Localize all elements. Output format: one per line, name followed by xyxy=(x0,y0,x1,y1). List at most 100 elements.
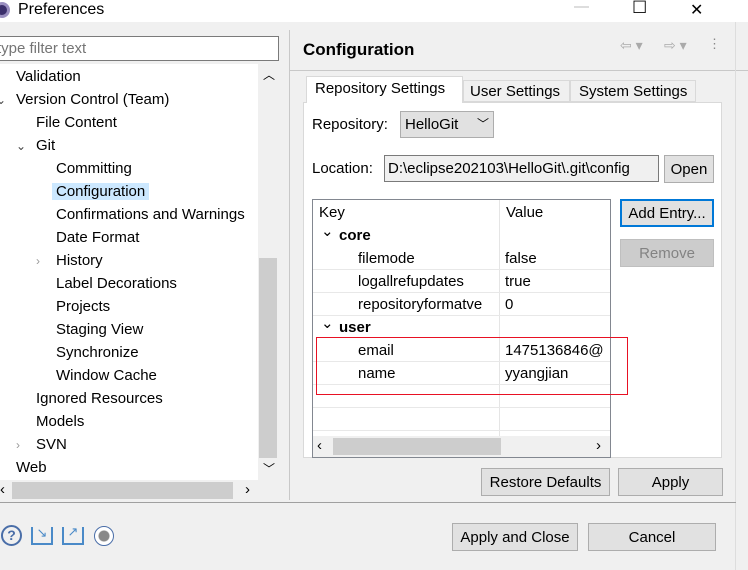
collapsed-chevron-icon[interactable]: › xyxy=(36,250,40,272)
help-icon[interactable]: ? xyxy=(1,525,22,546)
scroll-thumb[interactable] xyxy=(12,482,233,499)
tree-item-label: Label Decorations xyxy=(56,275,177,292)
restore-defaults-button[interactable]: Restore Defaults xyxy=(481,468,610,496)
location-label: Location: xyxy=(312,160,373,177)
minimize-button[interactable]: — xyxy=(574,0,589,15)
row-key: core xyxy=(339,227,371,244)
table-section-row[interactable]: ⌄ core xyxy=(313,223,610,247)
record-icon[interactable] xyxy=(94,526,114,546)
row-key: user xyxy=(339,319,371,336)
page-title: Configuration xyxy=(303,40,415,59)
tree-item[interactable]: › History xyxy=(36,250,107,272)
row-key: filemode xyxy=(358,250,415,267)
repository-select[interactable]: HelloGit ﹀ xyxy=(400,111,494,138)
app-icon xyxy=(0,2,10,18)
tree-item-label: Window Cache xyxy=(56,367,157,384)
scroll-left-icon[interactable]: ‹ xyxy=(0,481,5,498)
tree-item[interactable]: Validation xyxy=(12,66,85,88)
tree-item[interactable]: Projects xyxy=(52,296,114,318)
scroll-thumb[interactable] xyxy=(333,438,501,455)
tree-item[interactable]: Configuration xyxy=(52,181,150,203)
tree-item[interactable]: › SVN xyxy=(16,434,71,456)
repository-label: Repository: xyxy=(312,116,388,133)
menu-icon[interactable]: ⋮ xyxy=(708,36,721,52)
remove-button[interactable]: Remove xyxy=(620,239,714,267)
tree-hscrollbar[interactable]: ‹ › xyxy=(0,481,278,500)
tree-item[interactable]: Label Decorations xyxy=(52,273,181,295)
nav-forward-icon[interactable]: ⇨ ▾ xyxy=(664,37,687,54)
tree-item-label: Git xyxy=(36,137,56,154)
scroll-left-icon[interactable]: ‹ xyxy=(317,437,322,454)
cancel-button[interactable]: Cancel xyxy=(588,523,716,551)
location-value: D:\eclipse202103\HelloGit\.git\config xyxy=(388,160,630,177)
tree-item-label: Models xyxy=(36,413,85,430)
tree-item[interactable]: Date Format xyxy=(52,227,143,249)
expanded-chevron-icon[interactable]: ⌄ xyxy=(0,89,6,111)
tree-item-label: Committing xyxy=(56,160,132,177)
tree-item[interactable]: Window Cache xyxy=(52,365,161,387)
maximize-button[interactable]: ☐ xyxy=(632,0,647,18)
config-table: Key Value ⌄ core filemode false logallrefupd… xyxy=(312,199,611,458)
scroll-right-icon[interactable]: › xyxy=(596,437,601,454)
export-icon[interactable]: ↗ xyxy=(62,525,84,545)
row-value: 0 xyxy=(505,296,514,313)
header-key[interactable]: Key xyxy=(319,204,345,221)
row-key: repositoryformatve xyxy=(358,296,483,313)
tree-item[interactable]: Models xyxy=(32,411,88,433)
apply-button[interactable]: Apply xyxy=(618,468,723,496)
table-hscrollbar[interactable]: ‹ › xyxy=(313,436,610,457)
chevron-down-icon: ﹀ xyxy=(477,117,490,131)
tree-item-label: Validation xyxy=(16,68,81,85)
scroll-up-icon[interactable]: ︿ xyxy=(263,66,275,83)
tree-item-label: Projects xyxy=(56,298,111,315)
close-button[interactable]: ✕ xyxy=(690,0,703,20)
nav-back-icon[interactable]: ⇦ ▾ xyxy=(620,37,643,54)
import-icon[interactable]: ↘ xyxy=(31,526,53,545)
tree-item-label: Web xyxy=(16,459,47,476)
table-row[interactable]: logallrefupdates true xyxy=(313,270,610,293)
tree-item[interactable]: ›Web xyxy=(12,457,51,479)
scroll-right-icon[interactable]: › xyxy=(245,481,250,498)
tree-item[interactable]: Committing xyxy=(52,158,136,180)
expanded-chevron-icon[interactable]: ⌄ xyxy=(321,312,334,335)
tab-system-settings[interactable]: System Settings xyxy=(570,80,696,102)
tree-item[interactable]: ⌄ Version Control (Team) xyxy=(0,89,173,111)
row-value: false xyxy=(505,250,537,267)
tree-item-label: Confirmations and Warnings xyxy=(56,206,245,223)
expanded-chevron-icon[interactable]: ⌄ xyxy=(321,220,334,243)
table-section-row[interactable]: ⌄ user xyxy=(313,315,610,339)
tree-item[interactable]: File Content xyxy=(32,112,121,134)
collapsed-chevron-icon[interactable]: › xyxy=(16,434,20,456)
tree-item[interactable]: Ignored Resources xyxy=(32,388,167,410)
header-value[interactable]: Value xyxy=(506,204,543,221)
tree-item-label: History xyxy=(56,252,103,269)
table-row[interactable]: repositoryformatve 0 xyxy=(313,293,610,316)
window-title: Preferences xyxy=(18,1,105,18)
tab-label: User Settings xyxy=(470,83,561,100)
tab-user-settings[interactable]: User Settings xyxy=(463,80,570,102)
location-field[interactable]: D:\eclipse202103\HelloGit\.git\config xyxy=(384,155,659,182)
apply-and-close-button[interactable]: Apply and Close xyxy=(452,523,578,551)
tree-item-label: Date Format xyxy=(56,229,140,246)
scroll-thumb[interactable] xyxy=(259,258,277,458)
tree-item[interactable]: Synchronize xyxy=(52,342,143,364)
expanded-chevron-icon[interactable]: ⌄ xyxy=(16,135,26,157)
tab-label: Repository Settings xyxy=(315,80,446,97)
tree-item-label: Configuration xyxy=(52,183,150,200)
tree-item[interactable]: Staging View xyxy=(52,319,147,341)
preference-tree: Validation ⌄ Version Control (Team) File Co… xyxy=(0,64,258,480)
tree-vscrollbar[interactable]: ︿ ﹀ xyxy=(258,64,278,480)
table-row[interactable]: filemode false xyxy=(313,247,610,270)
tree-item[interactable]: Confirmations and Warnings xyxy=(52,204,249,226)
tree-item-label: Synchronize xyxy=(56,344,139,361)
tree-item[interactable]: ⌄ Git xyxy=(16,135,59,157)
add-entry-button[interactable]: Add Entry... xyxy=(620,199,714,227)
tree-item-label: Version Control (Team) xyxy=(16,91,170,108)
open-button[interactable]: Open xyxy=(664,155,714,183)
tab-repository-settings[interactable]: Repository Settings xyxy=(306,76,463,103)
scroll-down-icon[interactable]: ﹀ xyxy=(263,460,275,477)
filter-input[interactable] xyxy=(0,36,279,61)
table-row[interactable] xyxy=(313,408,610,431)
repository-value: HelloGit xyxy=(405,116,459,133)
sash[interactable] xyxy=(289,30,290,500)
